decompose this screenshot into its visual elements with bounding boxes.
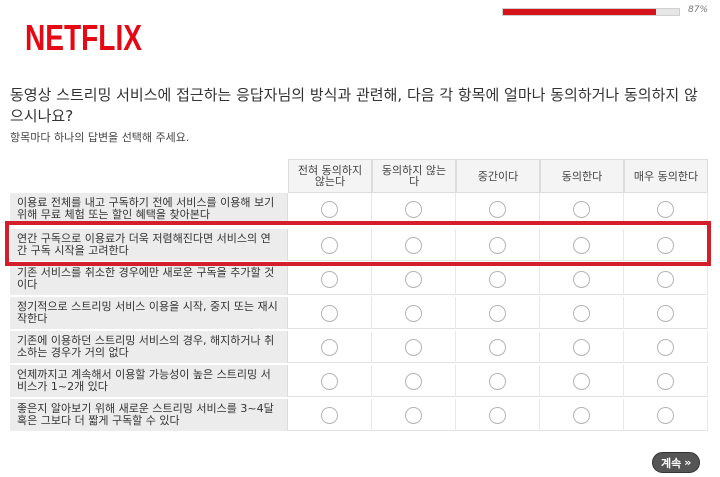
radio-button[interactable] (405, 200, 422, 218)
table-row: 언제까지고 계속해서 이용할 가능성이 높은 스트리밍 서비스가 1~2개 있다 (10, 365, 708, 397)
column-header: 매우 동의한다 (624, 159, 708, 193)
radio-button[interactable] (573, 270, 590, 288)
continue-label: 계속 (661, 456, 682, 470)
radio-button[interactable] (321, 200, 338, 218)
radio-button[interactable] (657, 372, 674, 390)
radio-button[interactable] (321, 270, 338, 288)
radio-button[interactable] (573, 372, 590, 390)
radio-button[interactable] (489, 372, 506, 390)
row-statement: 언제까지고 계속해서 이용할 가능성이 높은 스트리밍 서비스가 1~2개 있다 (10, 365, 288, 397)
radio-button[interactable] (405, 304, 422, 322)
question-text: 동영상 스트리밍 서비스에 접근하는 응답자님의 방식과 관련해, 다음 각 항… (10, 86, 698, 125)
netflix-logo: NETFLIX (25, 17, 142, 58)
radio-button[interactable] (657, 406, 674, 424)
radio-button[interactable] (489, 200, 506, 218)
radio-button[interactable] (489, 406, 506, 424)
row-statement: 정기적으로 스트리밍 서비스 이용을 시작, 중지 또는 재시작한다 (10, 297, 288, 329)
radio-button[interactable] (573, 406, 590, 424)
column-header: 중간이다 (456, 159, 540, 193)
instruction-text: 항목마다 하나의 답변을 선택해 주세요. (10, 131, 190, 144)
continue-button[interactable]: 계속 » (652, 452, 701, 473)
radio-button[interactable] (573, 304, 590, 322)
radio-button[interactable] (573, 200, 590, 218)
table-row: 좋은지 알아보기 위해 새로운 스트리밍 서비스를 3~4달 혹은 그보다 더 … (10, 399, 708, 431)
radio-button[interactable] (405, 406, 422, 424)
progress-fill (503, 9, 657, 15)
radio-button[interactable] (321, 304, 338, 322)
radio-button[interactable] (489, 338, 506, 356)
table-row: 정기적으로 스트리밍 서비스 이용을 시작, 중지 또는 재시작한다 (10, 297, 708, 329)
radio-button[interactable] (321, 338, 338, 356)
table-row: 기존 서비스를 취소한 경우에만 새로운 구독을 추가할 것이다 (10, 263, 708, 295)
radio-button[interactable] (657, 270, 674, 288)
progress-bar (502, 8, 680, 16)
radio-button[interactable] (405, 338, 422, 356)
progress-label: 87% (688, 5, 709, 15)
radio-button[interactable] (321, 372, 338, 390)
radio-button[interactable] (405, 270, 422, 288)
radio-button[interactable] (489, 304, 506, 322)
column-header: 동의한다 (540, 159, 624, 193)
column-header: 전혀 동의하지 않는다 (288, 159, 372, 193)
column-header: 동의하지 않는다 (372, 159, 456, 193)
row-statement: 기존에 이용하던 스트리밍 서비스의 경우, 해지하거나 취소하는 경우가 거의… (10, 331, 288, 363)
radio-button[interactable] (657, 338, 674, 356)
table-row: 기존에 이용하던 스트리밍 서비스의 경우, 해지하거나 취소하는 경우가 거의… (10, 331, 708, 363)
double-chevron-right-icon: » (684, 456, 692, 469)
row-statement: 좋은지 알아보기 위해 새로운 스트리밍 서비스를 3~4달 혹은 그보다 더 … (10, 399, 288, 431)
radio-button[interactable] (573, 338, 590, 356)
highlight-box (5, 221, 711, 266)
radio-button[interactable] (405, 372, 422, 390)
row-statement: 기존 서비스를 취소한 경우에만 새로운 구독을 추가할 것이다 (10, 263, 288, 295)
radio-button[interactable] (321, 406, 338, 424)
radio-button[interactable] (657, 200, 674, 218)
radio-button[interactable] (657, 304, 674, 322)
radio-button[interactable] (489, 270, 506, 288)
